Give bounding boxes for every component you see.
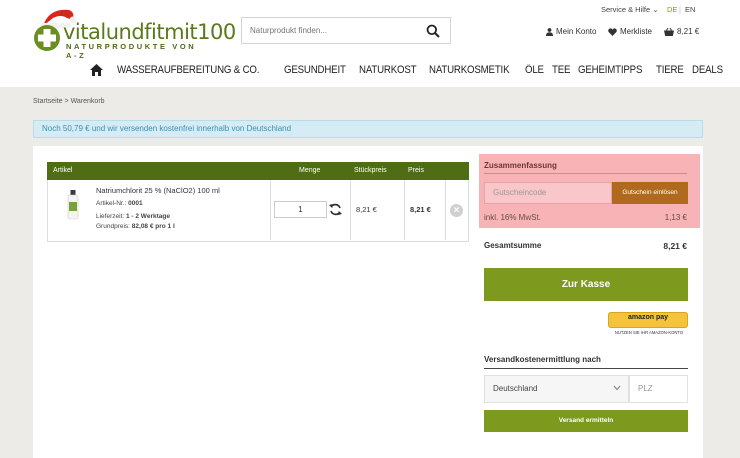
nav-item-deals[interactable]: DEALS	[692, 64, 723, 76]
nav-item-geheimtipps[interactable]: GEHEIMTIPPS	[578, 64, 642, 76]
close-icon: ×	[453, 205, 460, 216]
main-navigation: WASSERAUFBEREITUNG & CO. GESUNDHEIT NATU…	[90, 62, 723, 78]
quantity-input[interactable]: 1	[274, 201, 327, 218]
search-box	[241, 17, 451, 44]
search-input[interactable]	[242, 18, 422, 43]
service-help-label: Service & Hilfe	[601, 5, 651, 14]
amazon-pay-button[interactable]: amazon pay NUTZEN SIE IHR AMAZON-KONTO	[608, 312, 688, 335]
nav-item-naturkosmetik[interactable]: NATURKOSMETIK	[429, 64, 510, 76]
heart-icon	[608, 27, 617, 36]
site-logo[interactable]: vitalundfitmit100 NATURPRODUKTE VON A-Z	[33, 6, 236, 60]
col-unit-price: Stückpreis	[354, 167, 387, 174]
shipping-calc-divider	[484, 368, 688, 369]
amazon-pay-sub: NUTZEN SIE IHR AMAZON-KONTO	[614, 330, 684, 335]
nav-item-tee[interactable]: TEE	[552, 64, 570, 76]
col-quantity: Menge	[299, 167, 321, 174]
nav-item-tiere[interactable]: TIERE	[656, 64, 684, 76]
chevron-down-icon	[613, 385, 621, 391]
nav-item-oele[interactable]: ÖLE	[525, 64, 544, 76]
baseprice-value: 82,08 € pro 1 l	[131, 223, 175, 230]
nav-item-gesundheit[interactable]: GESUNDHEIT	[284, 64, 346, 76]
wishlist-label: Merkliste	[620, 27, 653, 36]
account-label: Mein Konto	[556, 27, 597, 36]
nav-item-wasseraufbereitung[interactable]: WASSERAUFBEREITUNG & CO.	[117, 64, 259, 76]
account-link[interactable]: Mein Konto	[546, 27, 596, 36]
wishlist-link[interactable]: Merkliste	[608, 27, 652, 36]
zip-input[interactable]: PLZ	[629, 375, 688, 403]
lang-separator: |	[679, 5, 681, 14]
cart-table-header: Artikel Menge Stückpreis Preis	[47, 162, 469, 180]
artno-label: Artikel-Nr.:	[96, 200, 127, 207]
breadcrumb-current[interactable]: Warenkorb	[71, 98, 105, 105]
col-article: Artikel	[53, 167, 73, 174]
remove-item-button[interactable]: ×	[450, 204, 463, 217]
breadcrumb-home[interactable]: Startseite	[33, 98, 63, 105]
logo-tagline: NATURPRODUKTE VON A-Z	[66, 42, 197, 60]
baseprice-label: Grundpreis:	[96, 223, 130, 230]
calculate-shipping-button[interactable]: Versand ermitteln	[484, 410, 688, 432]
free-shipping-banner: Noch 50,79 € und wir versenden kostenfre…	[33, 120, 703, 138]
lang-de-link[interactable]: DE	[667, 5, 677, 14]
delivery-value: 1 - 2 Werktage	[126, 213, 170, 220]
unit-price: 8,21 €	[356, 205, 377, 214]
nav-item-naturkost[interactable]: NATURKOST	[359, 64, 417, 76]
service-help-link[interactable]: Service & Hilfe ⌄	[601, 5, 659, 14]
refresh-icon[interactable]	[329, 203, 342, 216]
delivery-label: Lieferzeit:	[96, 213, 125, 220]
redeem-voucher-button[interactable]: Gutschein einlösen	[612, 182, 688, 204]
summary-divider	[484, 173, 687, 174]
total-label: Gesamtsumme	[484, 241, 542, 250]
cart-total-label: 8,21 €	[677, 27, 700, 36]
basket-icon	[664, 27, 674, 36]
logo-brand: vitalundfitmit100	[63, 20, 236, 44]
cart-link[interactable]: 8,21 €	[664, 27, 699, 36]
table-row: Natriumchlorit 25 % (NaClO2) 100 ml Arti…	[47, 180, 469, 242]
line-price: 8,21 €	[410, 205, 431, 214]
cart-table: Artikel Menge Stückpreis Preis Natriumch…	[47, 162, 469, 242]
tax-value: 1,13 €	[664, 213, 687, 222]
shipping-calc-title: Versandkostenermittlung nach	[484, 355, 601, 364]
summary-title: Zusammenfassung	[484, 161, 557, 170]
chevron-down-icon: ⌄	[652, 5, 659, 14]
checkout-button[interactable]: Zur Kasse	[484, 268, 688, 301]
product-baseprice: Grundpreis: 82,08 € pro 1 l	[96, 223, 175, 230]
product-name[interactable]: Natriumchlorit 25 % (NaClO2) 100 ml	[96, 186, 220, 195]
col-price: Preis	[408, 167, 424, 174]
home-icon[interactable]	[90, 64, 103, 76]
amazon-pay-label: amazon pay	[627, 314, 669, 321]
lang-en-link[interactable]: EN	[685, 5, 695, 14]
product-image[interactable]	[66, 190, 80, 220]
voucher-input[interactable]: Gutscheincode	[484, 182, 612, 204]
artno-value: 0001	[128, 200, 143, 207]
breadcrumb: Startseite > Warenkorb	[33, 98, 105, 105]
breadcrumb-separator: >	[64, 98, 69, 105]
total-value: 8,21 €	[663, 241, 687, 251]
country-select[interactable]: Deutschland	[484, 375, 629, 403]
search-icon[interactable]	[426, 24, 440, 38]
pharmacy-cross-icon	[34, 25, 60, 51]
product-artno: Artikel-Nr.: 0001	[96, 200, 143, 207]
product-delivery: Lieferzeit: 1 - 2 Werktage	[96, 213, 170, 220]
user-icon	[546, 27, 553, 36]
tax-label: inkl. 16% MwSt.	[484, 213, 541, 222]
